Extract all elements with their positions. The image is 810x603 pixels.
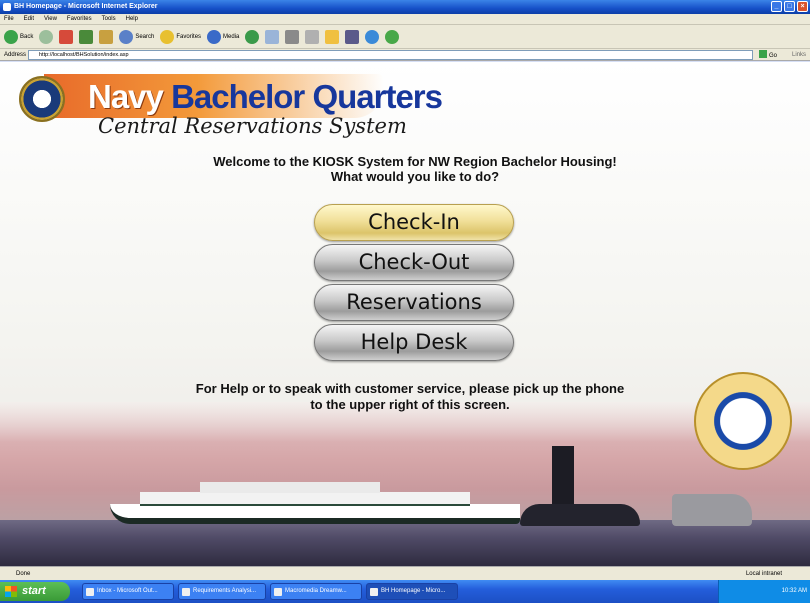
favorites-button[interactable]: Favorites (160, 29, 202, 44)
messenger-icon (365, 29, 380, 44)
check-out-button[interactable]: Check-Out (314, 244, 514, 281)
check-in-button[interactable]: Check-In (314, 204, 514, 241)
history-button[interactable] (245, 29, 260, 44)
person-icon (385, 29, 400, 44)
security-zone: Local intranet (745, 571, 782, 577)
menu-tools[interactable]: Tools (102, 14, 116, 24)
media-label: Media (223, 33, 240, 40)
start-button[interactable]: start (0, 582, 70, 601)
close-button[interactable]: × (797, 1, 808, 12)
navy-seal-logo (19, 76, 65, 122)
research-button[interactable] (345, 29, 360, 44)
clock: 10:32 AM (781, 588, 807, 594)
welcome-line-2: What would you like to do? (330, 169, 500, 184)
submarine-tower (552, 446, 574, 508)
mail-icon (265, 29, 280, 44)
forward-button[interactable] (39, 29, 54, 44)
menu-edit[interactable]: Edit (24, 14, 34, 24)
go-button[interactable]: Go (759, 50, 777, 61)
print-button[interactable] (285, 29, 300, 44)
address-input[interactable]: http://localhost/BHSolution/index.asp (28, 50, 753, 60)
history-icon (245, 29, 260, 44)
ferry-upper-deck (200, 482, 380, 493)
menu-bar: File Edit View Favorites Tools Help (0, 14, 810, 25)
site-subtitle: Central Reservations System (98, 114, 407, 138)
window-controls: _ □ × (771, 1, 808, 12)
home-icon (99, 29, 114, 44)
edit-button[interactable] (305, 29, 320, 44)
harbor-scene-image (0, 402, 810, 566)
page-content: Navy Bachelor Quarters Central Reservati… (0, 62, 810, 566)
task-dreamweaver[interactable]: Macromedia Dreamw... (270, 583, 362, 600)
extra-button[interactable] (385, 29, 400, 44)
refresh-icon (79, 29, 94, 44)
status-bar: Done Local intranet (0, 566, 810, 580)
media-button[interactable]: Media (207, 29, 240, 44)
site-title: Navy Bachelor Quarters (88, 78, 443, 116)
task-outlook[interactable]: Inbox - Microsoft Out... (82, 583, 174, 600)
task-bh-homepage[interactable]: BH Homepage - Micro... (366, 583, 458, 600)
folder-icon (325, 29, 340, 44)
back-arrow-icon (4, 29, 18, 44)
system-tray: 10:32 AM (718, 580, 810, 603)
minimize-button[interactable]: _ (771, 1, 782, 12)
help-instructions: For Help or to speak with customer servi… (130, 381, 690, 413)
mail-button[interactable] (265, 29, 280, 44)
window-title: BH Homepage - Microsoft Internet Explore… (14, 3, 158, 10)
tugboat-image (672, 494, 752, 526)
ie-app-icon (3, 3, 11, 11)
edit-page-icon (305, 29, 320, 44)
menu-file[interactable]: File (4, 14, 14, 24)
help-line-1: For Help or to speak with customer servi… (195, 381, 625, 396)
menu-view[interactable]: View (44, 14, 57, 24)
task-requirements[interactable]: Requirements Analysi... (178, 583, 266, 600)
forward-arrow-icon (39, 29, 54, 44)
refresh-button[interactable] (79, 29, 94, 44)
help-line-2: to the upper right of this screen. (310, 397, 510, 412)
home-button[interactable] (99, 29, 114, 44)
welcome-line-1: Welcome to the KIOSK System for NW Regio… (213, 154, 617, 169)
reservations-button[interactable]: Reservations (314, 284, 514, 321)
title-word-navy: Navy (88, 78, 164, 115)
stop-button[interactable] (59, 29, 74, 44)
header-banner: Navy Bachelor Quarters Central Reservati… (14, 70, 443, 148)
stop-icon (59, 29, 74, 44)
search-button[interactable]: Search (119, 29, 155, 44)
menu-favorites[interactable]: Favorites (67, 14, 92, 24)
search-icon (119, 29, 134, 44)
address-label: Address (4, 52, 27, 58)
window-titlebar: BH Homepage - Microsoft Internet Explore… (0, 0, 810, 14)
title-word-bq: Bachelor Quarters (171, 78, 443, 115)
naval-station-bremerton-emblem (694, 372, 792, 470)
links-button[interactable]: Links (792, 49, 806, 61)
folder-button[interactable] (325, 29, 340, 44)
status-text: Done (16, 571, 31, 577)
menu-help[interactable]: Help (126, 14, 138, 24)
browser-toolbar: Back Search Favorites Media (0, 25, 810, 49)
windows-taskbar: start Inbox - Microsoft Out... Requireme… (0, 580, 810, 603)
submarine-image (520, 446, 640, 526)
submarine-body (520, 504, 640, 526)
ferry-hull (110, 504, 520, 524)
search-label: Search (135, 33, 155, 40)
water (0, 520, 810, 566)
printer-icon (285, 29, 300, 44)
maximize-button[interactable]: □ (784, 1, 795, 12)
star-icon (160, 29, 175, 44)
back-button[interactable]: Back (4, 29, 34, 44)
back-label: Back (20, 33, 34, 40)
ferry-deck (140, 492, 470, 506)
messenger-button[interactable] (365, 29, 380, 44)
address-bar: Address http://localhost/BHSolution/inde… (0, 49, 810, 61)
research-icon (345, 29, 360, 44)
media-icon (207, 29, 222, 44)
help-desk-button[interactable]: Help Desk (314, 324, 514, 361)
ferry-image (110, 482, 520, 526)
favorites-label: Favorites (176, 33, 202, 40)
